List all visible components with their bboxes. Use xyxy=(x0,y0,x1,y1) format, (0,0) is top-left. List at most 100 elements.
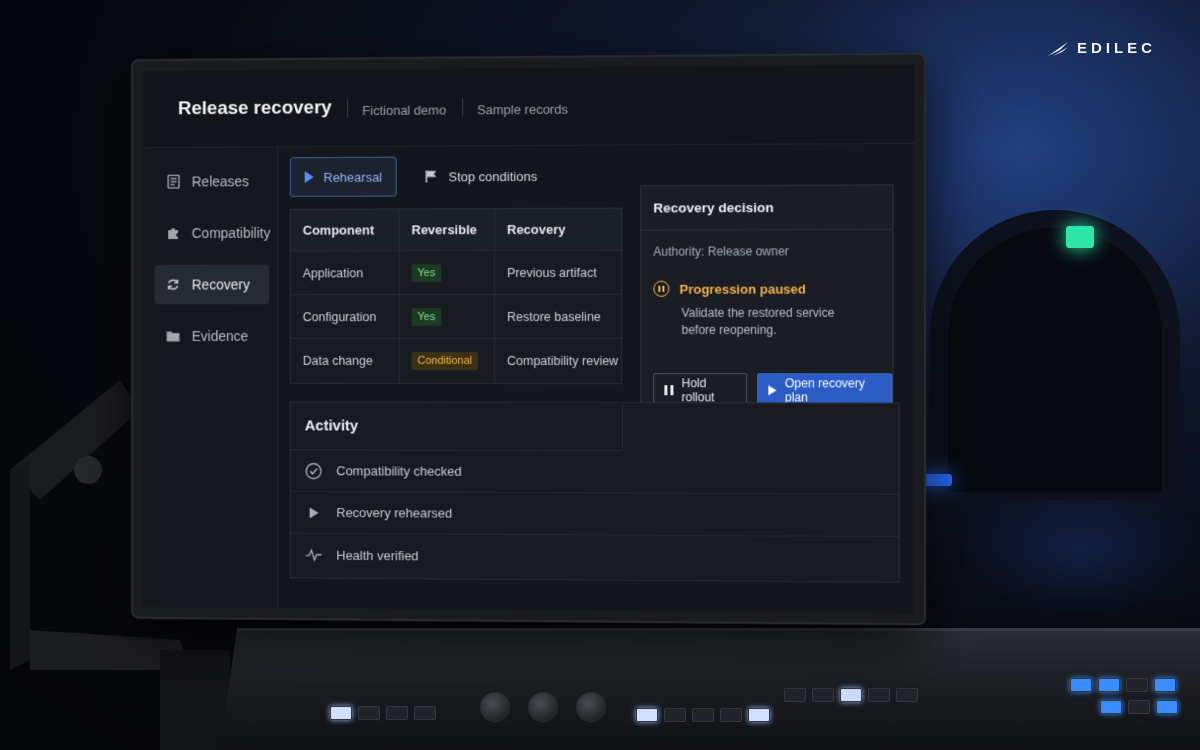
console-key xyxy=(748,708,770,722)
brand-mark-icon xyxy=(1047,41,1069,57)
console-knobs xyxy=(480,692,606,722)
activity-label: Health verified xyxy=(336,547,418,562)
activity-item[interactable]: Compatibility checked xyxy=(291,450,899,494)
activity-item[interactable]: Recovery rehearsed xyxy=(291,492,899,537)
header-chip-records: Sample records xyxy=(477,102,568,118)
status-badge: Yes xyxy=(412,308,442,326)
column-header: Recovery xyxy=(495,209,623,250)
console-knob xyxy=(576,692,606,722)
recovery-cell: Previous artifact xyxy=(495,251,623,294)
sidebar-item-releases[interactable]: Releases xyxy=(155,161,270,201)
play-icon xyxy=(305,171,314,183)
sidebar-item-compatibility[interactable]: Compatibility xyxy=(155,213,270,253)
column-header: Reversible xyxy=(400,209,495,250)
activity-label: Compatibility checked xyxy=(336,463,461,478)
console-key xyxy=(1156,700,1178,714)
flag-icon xyxy=(425,169,439,183)
console-keys-far-2 xyxy=(1100,700,1178,714)
recovery-decision-panel: Recovery decision Authority: Release own… xyxy=(640,184,893,423)
component-cell: Data change xyxy=(291,339,400,383)
header-divider xyxy=(347,99,348,117)
status-message: Validate the restored service before reo… xyxy=(641,297,853,339)
recovery-cell: Restore baseline xyxy=(495,295,623,338)
status-badge: Yes xyxy=(412,264,442,282)
reversible-cell: Conditional xyxy=(400,339,495,383)
sidebar-item-label: Releases xyxy=(192,173,249,189)
puzzle-icon xyxy=(166,226,180,240)
sidebar-item-label: Evidence xyxy=(192,328,249,344)
folder-icon xyxy=(166,329,180,343)
status-badge: Conditional xyxy=(412,352,479,370)
recovery-table: Component Reversible Recovery Applicatio… xyxy=(290,208,622,385)
console-key xyxy=(664,708,686,722)
play-icon xyxy=(305,503,323,521)
activity-panel: Activity Compatibility checked Recovery … xyxy=(290,402,900,583)
tab-label: Stop conditions xyxy=(449,168,538,183)
reversible-cell: Yes xyxy=(400,295,495,338)
brand-name: EDILEC xyxy=(1077,40,1156,57)
authority-text: Authority: Release owner xyxy=(641,230,892,259)
brand-logo: EDILEC xyxy=(1047,40,1156,57)
sidebar-item-label: Recovery xyxy=(192,277,250,293)
activity-label: Recovery rehearsed xyxy=(336,505,452,521)
console-key xyxy=(812,688,834,702)
console-key xyxy=(868,688,890,702)
monitor-screen: Release recovery Fictional demo Sample r… xyxy=(143,65,914,613)
status-row: Progression paused xyxy=(641,258,892,297)
sidebar-item-evidence[interactable]: Evidence xyxy=(155,316,270,356)
console-key xyxy=(692,708,714,722)
main-content: Rehearsal Stop conditions Component Reve… xyxy=(290,154,912,613)
pulse-icon xyxy=(305,546,323,564)
document-icon xyxy=(166,175,180,189)
header-divider xyxy=(462,98,463,116)
tab-stop-conditions[interactable]: Stop conditions xyxy=(411,156,551,197)
panel-title: Recovery decision xyxy=(641,185,892,230)
table-row[interactable]: Configuration Yes Restore baseline xyxy=(291,295,621,339)
recovery-cell: Compatibility review xyxy=(495,339,623,383)
table-row[interactable]: Application Yes Previous artifact xyxy=(291,251,621,296)
sidebar-item-recovery[interactable]: Recovery xyxy=(155,265,270,305)
monitor: Release recovery Fictional demo Sample r… xyxy=(133,55,924,624)
console-key xyxy=(386,706,408,720)
play-icon xyxy=(769,385,777,395)
check-circle-icon xyxy=(305,462,323,480)
header-chip-demo: Fictional demo xyxy=(362,103,446,119)
refresh-icon xyxy=(166,278,180,292)
exit-sign xyxy=(1066,226,1094,248)
console-knob xyxy=(480,692,510,722)
console-keys-left xyxy=(330,706,436,720)
console-key xyxy=(720,708,742,722)
floor-glow xyxy=(960,500,1200,620)
console-key xyxy=(358,706,380,720)
activity-item[interactable]: Health verified xyxy=(291,534,899,580)
console-key xyxy=(1098,678,1120,692)
column-header: Component xyxy=(291,209,400,250)
sidebar: Releases Compatibility Recovery Evidence xyxy=(143,147,278,613)
app-header: Release recovery Fictional demo Sample r… xyxy=(143,65,914,148)
console-key xyxy=(1100,700,1122,714)
console-key xyxy=(896,688,918,702)
sidebar-item-label: Compatibility xyxy=(192,225,271,241)
status-text: Progression paused xyxy=(679,281,805,296)
console-keys-far xyxy=(1070,678,1176,692)
console-key xyxy=(840,688,862,702)
pause-icon xyxy=(664,385,673,395)
pause-circle-icon xyxy=(653,281,669,297)
console-key xyxy=(1154,678,1176,692)
console-key xyxy=(414,706,436,720)
console-keys-right xyxy=(784,688,918,702)
console-knob xyxy=(528,692,558,722)
console-key xyxy=(636,708,658,722)
activity-title: Activity xyxy=(291,403,623,452)
table-row[interactable]: Data change Conditional Compatibility re… xyxy=(291,339,621,383)
component-cell: Application xyxy=(291,251,400,294)
console-key xyxy=(330,706,352,720)
console-key xyxy=(1126,678,1148,692)
console-key xyxy=(1070,678,1092,692)
console-keys-middle xyxy=(636,708,770,722)
button-label: Open recovery plan xyxy=(785,376,881,404)
component-cell: Configuration xyxy=(291,295,400,338)
page-title: Release recovery xyxy=(178,97,332,120)
button-label: Hold rollout xyxy=(682,376,737,404)
tab-rehearsal[interactable]: Rehearsal xyxy=(290,157,397,197)
